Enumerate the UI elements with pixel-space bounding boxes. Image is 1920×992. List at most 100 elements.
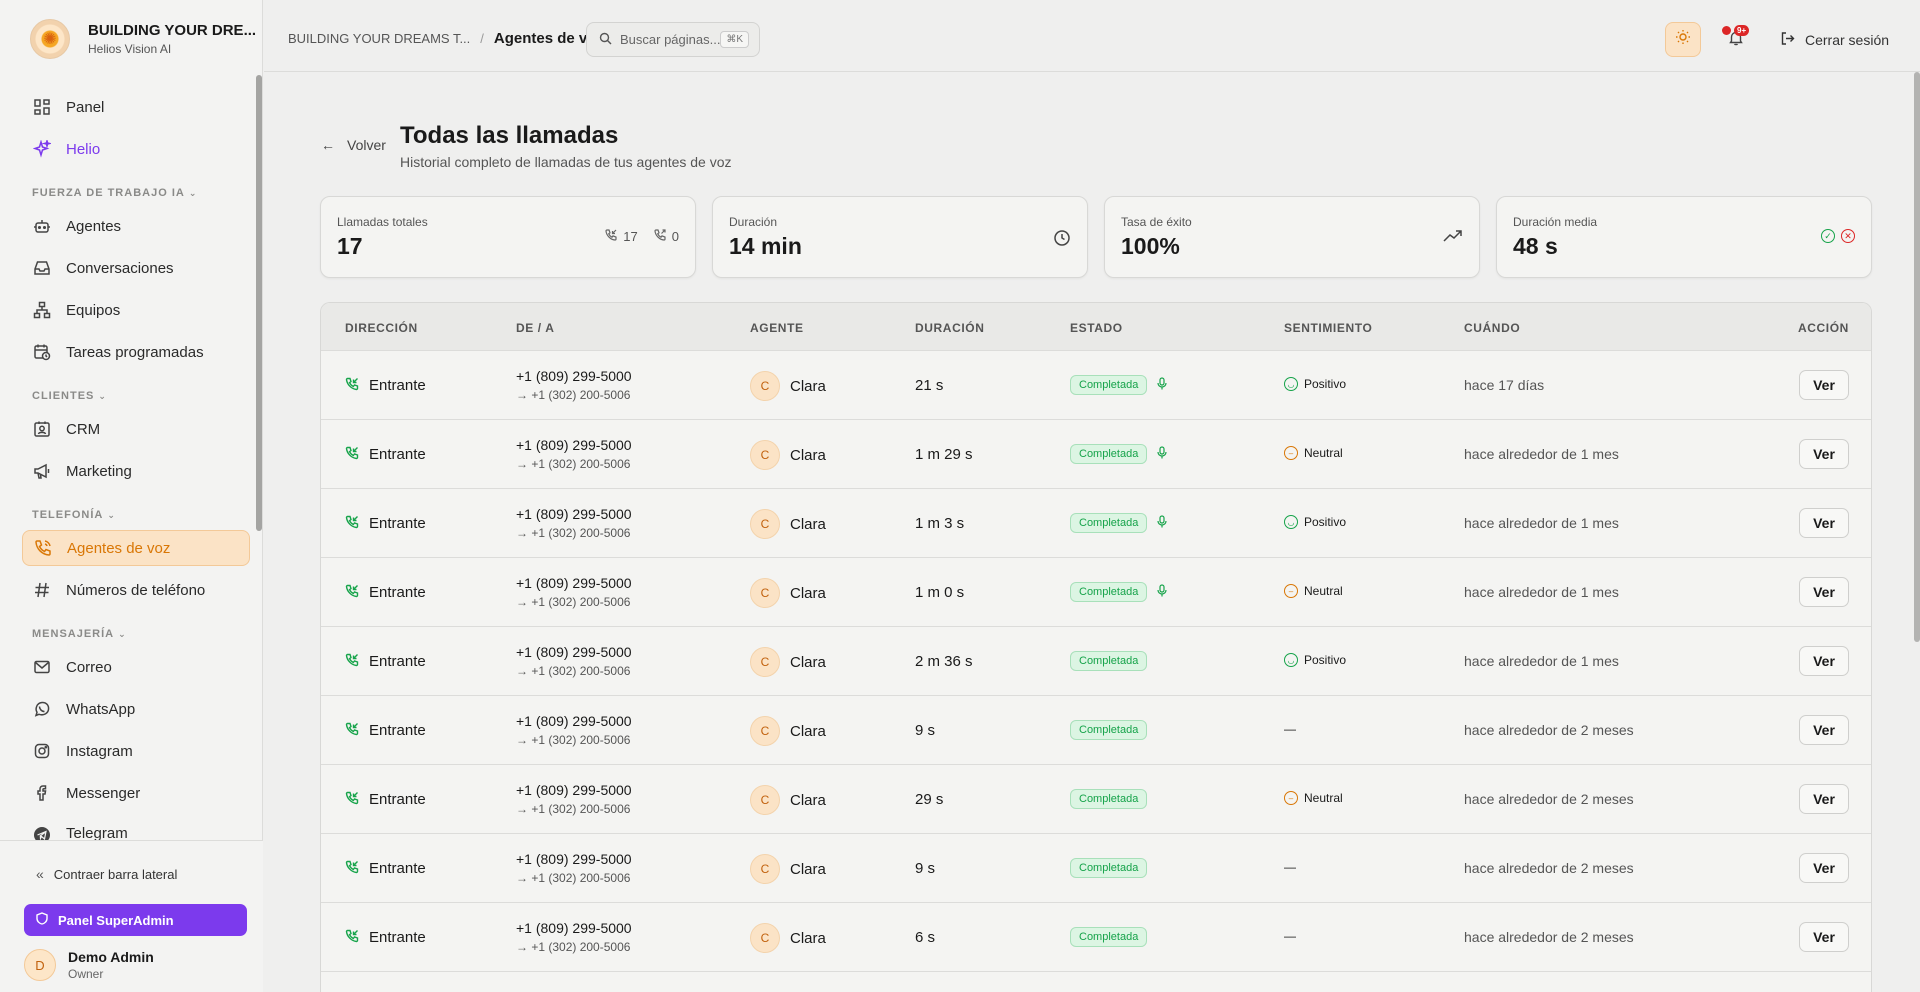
duration-cell: 9 s (915, 860, 936, 877)
table-row[interactable]: Entrante +1 (809) 299-5000 → +1 (302) 200-… (321, 765, 1871, 834)
user-role: Owner (68, 967, 104, 981)
check-circle-icon: ✓ (1821, 229, 1835, 243)
smile-icon: ◡ (1284, 377, 1298, 391)
arrow-left-icon: ← (321, 137, 335, 153)
sentiment-label: Positivo (1304, 515, 1347, 529)
collapse-sidebar-label: Contraer barra lateral (53, 866, 178, 882)
table-row[interactable]: Entrante +1 (809) 299-5000 → +1 (302) 200-… (321, 420, 1871, 489)
sentiment-cell: – Neutral (1284, 584, 1343, 598)
sidebar-item-correo[interactable]: Correo (22, 649, 250, 685)
column-header: ACCIÓN (1798, 321, 1849, 335)
duration-cell: 29 s (915, 791, 944, 808)
view-call-button[interactable]: Ver (1799, 508, 1849, 538)
sidebar-item-helio[interactable]: Helio (22, 131, 250, 167)
sidebar-item-numeros[interactable]: Números de teléfono (22, 572, 250, 608)
sidebar-item-whatsapp[interactable]: WhatsApp (22, 691, 250, 727)
view-call-button[interactable]: Ver (1799, 922, 1849, 952)
stat-value: 48 s (1513, 233, 1558, 259)
superadmin-panel-button[interactable]: Panel SuperAdmin (24, 904, 247, 936)
table-row[interactable]: Entrante +1 (809) 299-5000 → +1 (302) 200-… (321, 558, 1871, 627)
from-number: +1 (809) 299-5000 (516, 506, 632, 522)
sidebar-item-messenger[interactable]: Messenger (22, 775, 250, 811)
agent-avatar: C (750, 371, 780, 401)
phone-incoming-icon (345, 515, 359, 532)
when-cell: hace alrededor de 2 meses (1464, 860, 1634, 876)
view-call-button[interactable]: Ver (1799, 853, 1849, 883)
agent-name: Clara (790, 860, 826, 878)
sidebar-item-equipos[interactable]: Equipos (22, 292, 250, 328)
view-call-button[interactable]: Ver (1799, 715, 1849, 745)
table-row[interactable]: Entrante +1 (809) 299-5000 → +1 (302) 200-… (321, 696, 1871, 765)
view-call-button[interactable]: Ver (1799, 370, 1849, 400)
section-label-clients[interactable]: CLIENTES ⌄ (32, 390, 107, 402)
phone-outgoing-icon (654, 229, 666, 244)
telegram-icon (32, 825, 52, 840)
sentiment-cell: ◡ Positivo (1284, 653, 1346, 667)
table-row[interactable]: Entrante +1 (809) 299-5000 → +1 (302) 200-… (321, 903, 1871, 972)
collapse-sidebar-button[interactable]: « Contraer barra lateral (36, 866, 177, 882)
status-cell: Completada (1070, 651, 1148, 671)
logout-button[interactable]: Cerrar sesión (1780, 31, 1889, 49)
to-number: → +1 (302) 200-5006 (516, 733, 631, 747)
back-button[interactable]: ← Volver (321, 137, 386, 153)
status-badge: Completada (1070, 789, 1148, 809)
sidebar-item-label: Panel (66, 98, 105, 116)
sidebar-item-instagram[interactable]: Instagram (22, 733, 250, 769)
agent-name: Clara (790, 584, 826, 602)
outgoing-count: 0 (671, 229, 679, 244)
table-row[interactable]: Entrante +1 (809) 299-5000 → +1 (302) 200-… (321, 834, 1871, 903)
stat-label: Llamadas totales (337, 215, 428, 229)
to-number: → +1 (302) 200-5006 (516, 526, 631, 540)
sidebar-item-agentes[interactable]: Agentes (22, 208, 250, 244)
column-header: DIRECCIÓN (345, 321, 418, 335)
section-label-telephony[interactable]: TELEFONÍA ⌄ (32, 509, 116, 521)
notifications-button[interactable]: 9+ (1722, 25, 1750, 52)
sidebar-item-tareas[interactable]: Tareas programadas (22, 334, 250, 370)
from-number: +1 (809) 299-5000 (516, 437, 632, 453)
theme-toggle-button[interactable] (1665, 22, 1701, 57)
section-label-messaging[interactable]: MENSAJERÍA ⌄ (32, 628, 127, 640)
sidebar-item-conversaciones[interactable]: Conversaciones (22, 250, 250, 286)
sidebar-scrollbar[interactable] (256, 75, 262, 531)
direction-cell: Entrante (345, 446, 426, 463)
sidebar-item-telegram[interactable]: Telegram (22, 817, 250, 840)
view-call-button[interactable]: Ver (1799, 439, 1849, 469)
sidebar-item-label: Correo (66, 658, 112, 676)
agent-cell: C Clara (750, 647, 826, 677)
sidebar-item-panel[interactable]: Panel (22, 89, 250, 125)
sidebar-item-agentes-de-voz[interactable]: Agentes de voz (22, 530, 250, 566)
breadcrumb: BUILDING YOUR DREAMS T... / Agentes de v… (288, 30, 604, 47)
agent-cell: C Clara (750, 854, 826, 884)
user-menu[interactable]: D Demo Admin Owner (24, 949, 154, 981)
search-input[interactable]: Buscar páginas... ⌘K (586, 22, 760, 57)
megaphone-icon (32, 461, 52, 481)
brand[interactable]: ✺ BUILDING YOUR DRE... Helios Vision AI (30, 19, 256, 59)
stat-card-success-rate: Tasa de éxito 100% (1104, 196, 1480, 278)
main-scrollbar[interactable] (1914, 72, 1920, 642)
notification-badge: 9+ (1734, 25, 1750, 36)
table-row[interactable]: Entrante +1 (809) 299-5000 → +1 (302) 200-… (321, 627, 1871, 696)
sentiment-cell: ◡ Positivo (1284, 377, 1346, 391)
sidebar-item-marketing[interactable]: Marketing (22, 453, 250, 489)
view-call-button[interactable]: Ver (1799, 577, 1849, 607)
section-label-workforce[interactable]: FUERZA DE TRABAJO IA ⌄ (32, 187, 197, 199)
direction-cell: Entrante (345, 377, 426, 394)
status-badge: Completada (1070, 582, 1148, 602)
view-call-button[interactable]: Ver (1799, 784, 1849, 814)
logout-icon (1780, 31, 1795, 49)
table-row[interactable]: Entrante +1 (809) 299-5000 → +1 (302) 200-… (321, 351, 1871, 420)
table-row[interactable]: Entrante +1 (809) 299-5000 → +1 (302) 200-… (321, 489, 1871, 558)
to-number: → +1 (302) 200-5006 (516, 802, 631, 816)
sidebar-item-label: CRM (66, 420, 101, 438)
view-call-button[interactable]: Ver (1799, 646, 1849, 676)
when-cell: hace alrededor de 2 meses (1464, 791, 1634, 807)
sidebar-item-label: Agentes de voz (67, 539, 171, 557)
sidebar-item-crm[interactable]: CRM (22, 411, 250, 447)
sun-logo-icon: ✺ (30, 19, 70, 59)
status-cell: Completada (1070, 513, 1167, 533)
column-header: AGENTE (750, 321, 804, 335)
sidebar-item-label: Marketing (66, 462, 132, 480)
direction-cell: Entrante (345, 722, 426, 739)
sentiment-label: — (1284, 722, 1296, 736)
breadcrumb-parent[interactable]: BUILDING YOUR DREAMS T... (288, 31, 470, 46)
